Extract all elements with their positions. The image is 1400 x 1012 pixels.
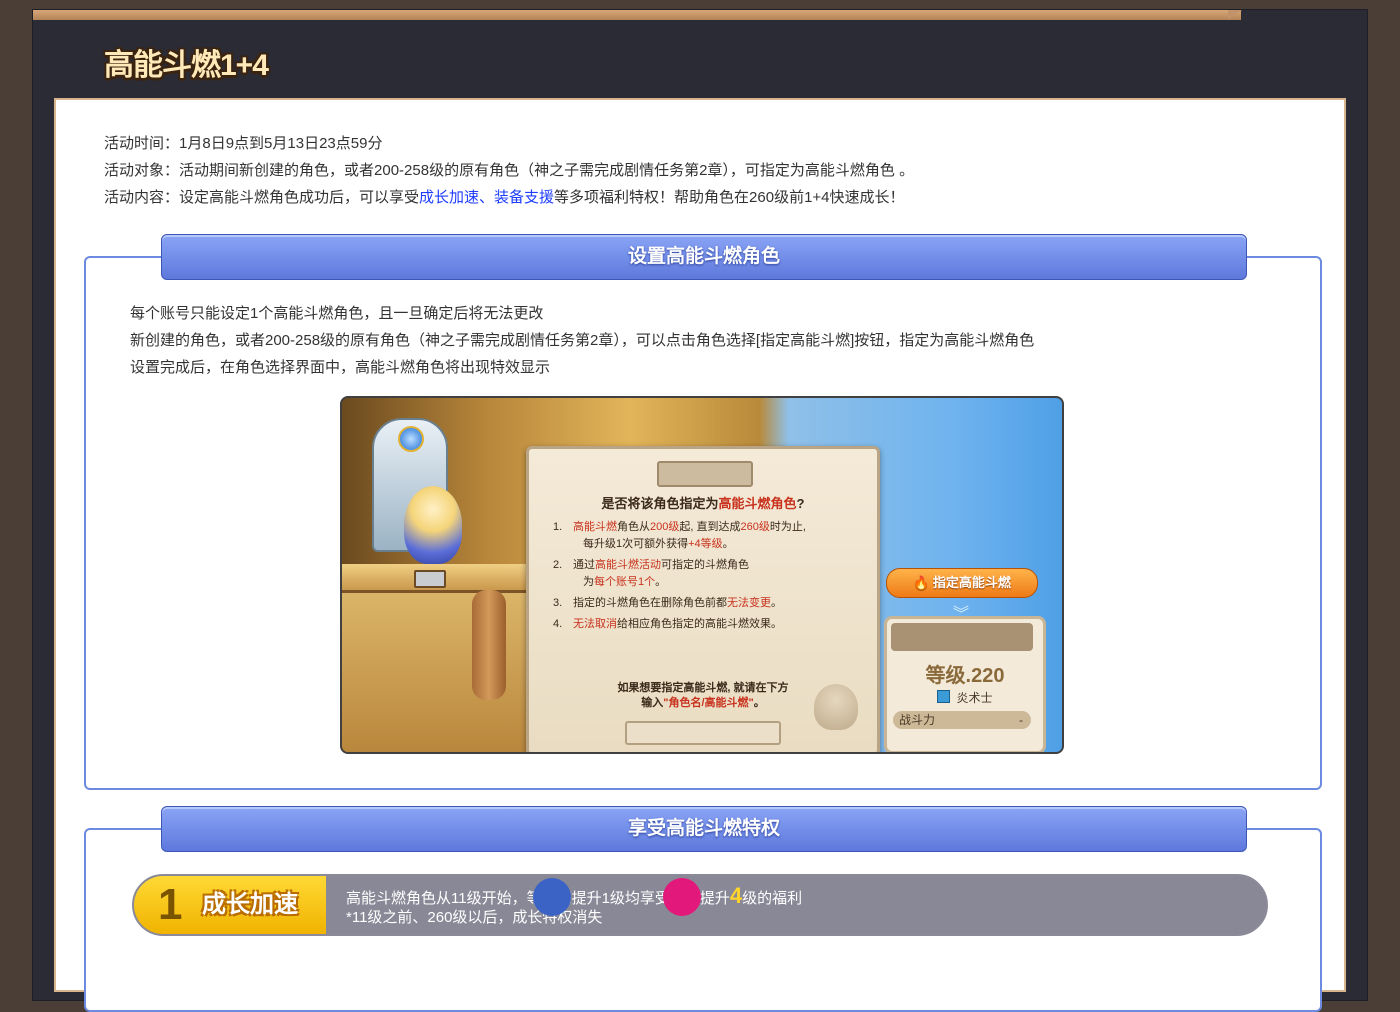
blue-circle-icon (533, 878, 571, 916)
game-screenshot: 是否将该角色指定为高能斗燃角色? 1. 高能斗燃角色从200级起, 直到达成260… (340, 396, 1064, 754)
event-content: 活动内容：设定高能斗燃角色成功后，可以享受成长加速、装备支援等多项福利特权！帮助… (104, 189, 905, 206)
growth-description: 高能斗燃角色从11级开始，等级每提升1级均享受额外提升4级的福利 *11级之前、… (346, 883, 803, 927)
section1-description: 每个账号只能设定1个高能斗燃角色，且一旦确定后将无法更改 新创建的角色，或者20… (130, 305, 1035, 376)
dialog-rules: 1. 高能斗燃角色从200级起, 直到达成260级时为止, 每升级1次可额外获得+… (553, 521, 806, 630)
page-title: 高能斗燃1+4 (104, 40, 269, 84)
frame-top-accent (33, 10, 1241, 20)
event-target: 活动对象：活动期间新创建的角色，或者200-258级的原有角色（神之子需完成剧情… (104, 162, 915, 179)
mushroom-mascot (814, 684, 858, 730)
content-panel: 活动时间：1月8日9点到5月13日23点59分 活动对象：活动期间新创建的角色，… (56, 100, 1344, 1012)
character-job: 炎术士 (887, 689, 1043, 706)
character-info-card: 等级.220 炎术士 战斗力 - (884, 616, 1046, 752)
benefits-link[interactable]: 成长加速、装备支援 (419, 189, 554, 206)
event-time: 活动时间：1月8日9点到5月13日23点59分 (104, 135, 383, 152)
assign-burning-button[interactable]: 🔥 指定高能斗燃 (886, 568, 1038, 598)
pink-circle-icon (663, 878, 701, 916)
event-info: 活动时间：1月8日9点到5月13日23点59分 活动对象：活动期间新创建的角色，… (104, 130, 914, 211)
section-title-privileges: 享受高能斗燃特权 (161, 806, 1247, 852)
dialog-question: 是否将该角色指定为高能斗燃角色? (601, 496, 805, 511)
job-icon (937, 690, 951, 703)
card-name-header (891, 623, 1033, 651)
section-privileges: 1 成长加速 高能斗燃角色从11级开始，等级每提升1级均享受额外提升4级的福利 … (84, 828, 1322, 1012)
character-sprite (404, 486, 462, 564)
throne-gem-icon (398, 426, 424, 452)
character-name-plate (414, 570, 446, 588)
character-level: 等级.220 (925, 665, 1005, 687)
frame-corner (1228, 10, 1242, 20)
dialog-confirm-input[interactable] (625, 721, 781, 745)
growth-label: 成长加速 (202, 891, 298, 918)
growth-label-block: 1 成长加速 (134, 876, 326, 934)
scene-post (472, 590, 506, 700)
dialog-character-name (657, 461, 753, 487)
growth-number: 1 (158, 880, 183, 929)
combat-power: 战斗力 - (893, 711, 1031, 729)
growth-acceleration-item: 1 成长加速 高能斗燃角色从11级开始，等级每提升1级均享受额外提升4级的福利 … (132, 874, 1268, 936)
section-title-set-character: 设置高能斗燃角色 (161, 234, 1247, 280)
